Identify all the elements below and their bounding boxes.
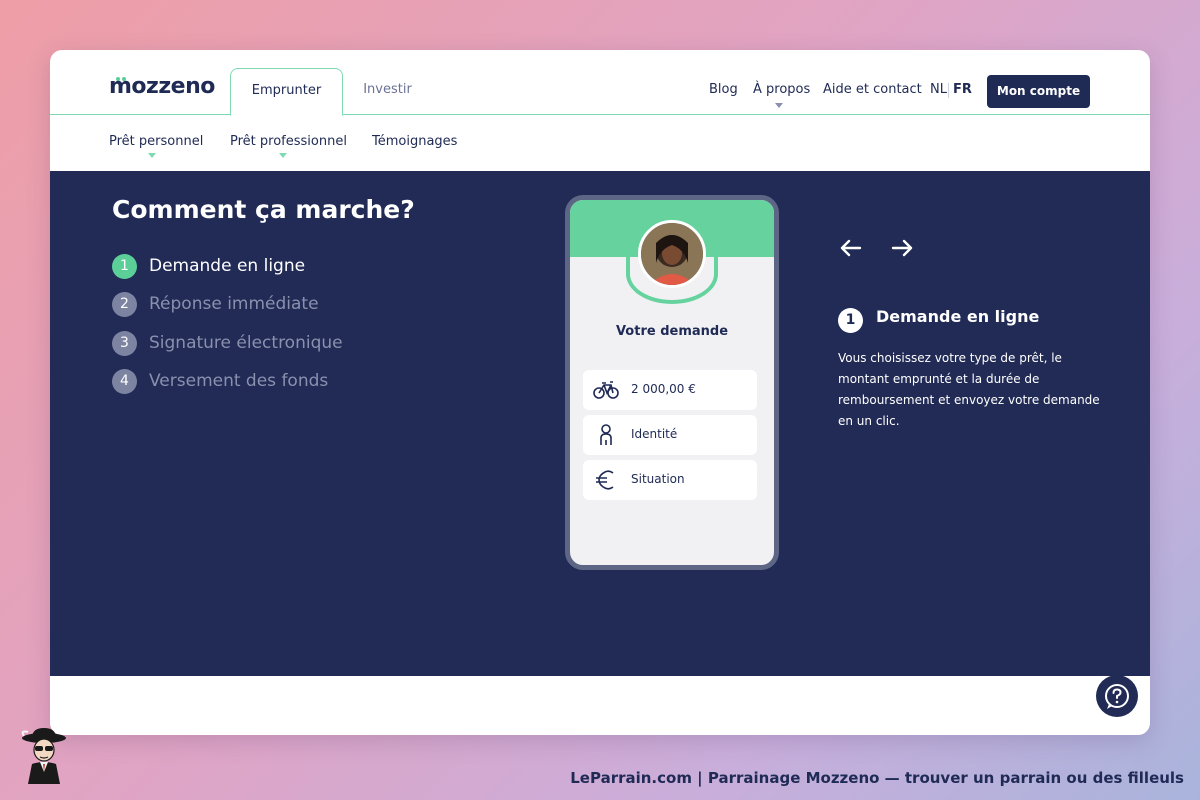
identity-label: Identité	[631, 427, 678, 441]
detail-title: Demande en ligne	[876, 307, 1040, 326]
step-number: 1	[112, 254, 137, 279]
phone-title: Votre demande	[615, 324, 729, 339]
lang-divider	[948, 83, 949, 98]
mozzeno-logo[interactable]: mozzeno	[109, 74, 215, 99]
avatar	[638, 220, 706, 288]
amount-label: 2 000,00 €	[631, 382, 696, 396]
footer-caption: LeParrain.com | Parrainage Mozzeno — tro…	[570, 769, 1184, 787]
account-button[interactable]: Mon compte	[987, 75, 1090, 108]
step-label: Signature électronique	[149, 333, 343, 353]
how-it-works-section: Comment ça marche? 1 Demande en ligne 2 …	[50, 171, 1150, 676]
top-header: mozzeno Emprunter Investir Blog À propos…	[50, 50, 1150, 116]
step-label: Réponse immédiate	[149, 294, 319, 314]
phone-mockup: Votre demande 2 000,00 € Identité Situat…	[565, 195, 779, 570]
page-card: mozzeno Emprunter Investir Blog À propos…	[50, 50, 1150, 735]
person-icon	[600, 424, 612, 445]
euro-icon	[596, 470, 614, 490]
step-number: 4	[112, 369, 137, 394]
subnav-pret-personnel[interactable]: Prêt personnel	[109, 134, 203, 149]
situation-row: Situation	[583, 460, 757, 500]
step-label: Versement des fonds	[149, 371, 329, 391]
detail-description: Vous choisissez votre type de prêt, le m…	[838, 351, 1100, 428]
lang-nl[interactable]: NL	[930, 82, 947, 97]
nav-blog[interactable]: Blog	[709, 82, 738, 97]
detail-step-number: 1	[838, 308, 863, 333]
lang-fr[interactable]: FR	[953, 82, 972, 97]
help-button[interactable]	[1096, 675, 1138, 717]
subnav-pret-professionnel[interactable]: Prêt professionnel	[230, 134, 347, 149]
arrow-left-icon[interactable]	[838, 235, 864, 261]
about-chevron-down-icon	[775, 103, 783, 108]
step-number: 3	[112, 331, 137, 356]
question-icon	[1105, 684, 1129, 709]
mascot-logo	[21, 728, 66, 784]
nav-help-contact[interactable]: Aide et contact	[823, 82, 922, 97]
step-label: Demande en ligne	[149, 256, 306, 276]
tab-investir[interactable]: Investir	[350, 68, 425, 116]
amount-row: 2 000,00 €	[583, 370, 757, 410]
step-number: 2	[112, 292, 137, 317]
identity-row: Identité	[583, 415, 757, 455]
nav-about[interactable]: À propos	[753, 82, 810, 97]
situation-label: Situation	[631, 472, 685, 486]
subnav-temoignages[interactable]: Témoignages	[372, 134, 457, 149]
tab-emprunter[interactable]: Emprunter	[230, 68, 343, 116]
bicycle-icon	[593, 381, 619, 399]
pret-professionnel-chevron-down-icon	[279, 153, 287, 158]
pret-personnel-chevron-down-icon	[148, 153, 156, 158]
section-title: Comment ça marche?	[112, 195, 415, 224]
arrow-right-icon[interactable]	[889, 235, 915, 261]
